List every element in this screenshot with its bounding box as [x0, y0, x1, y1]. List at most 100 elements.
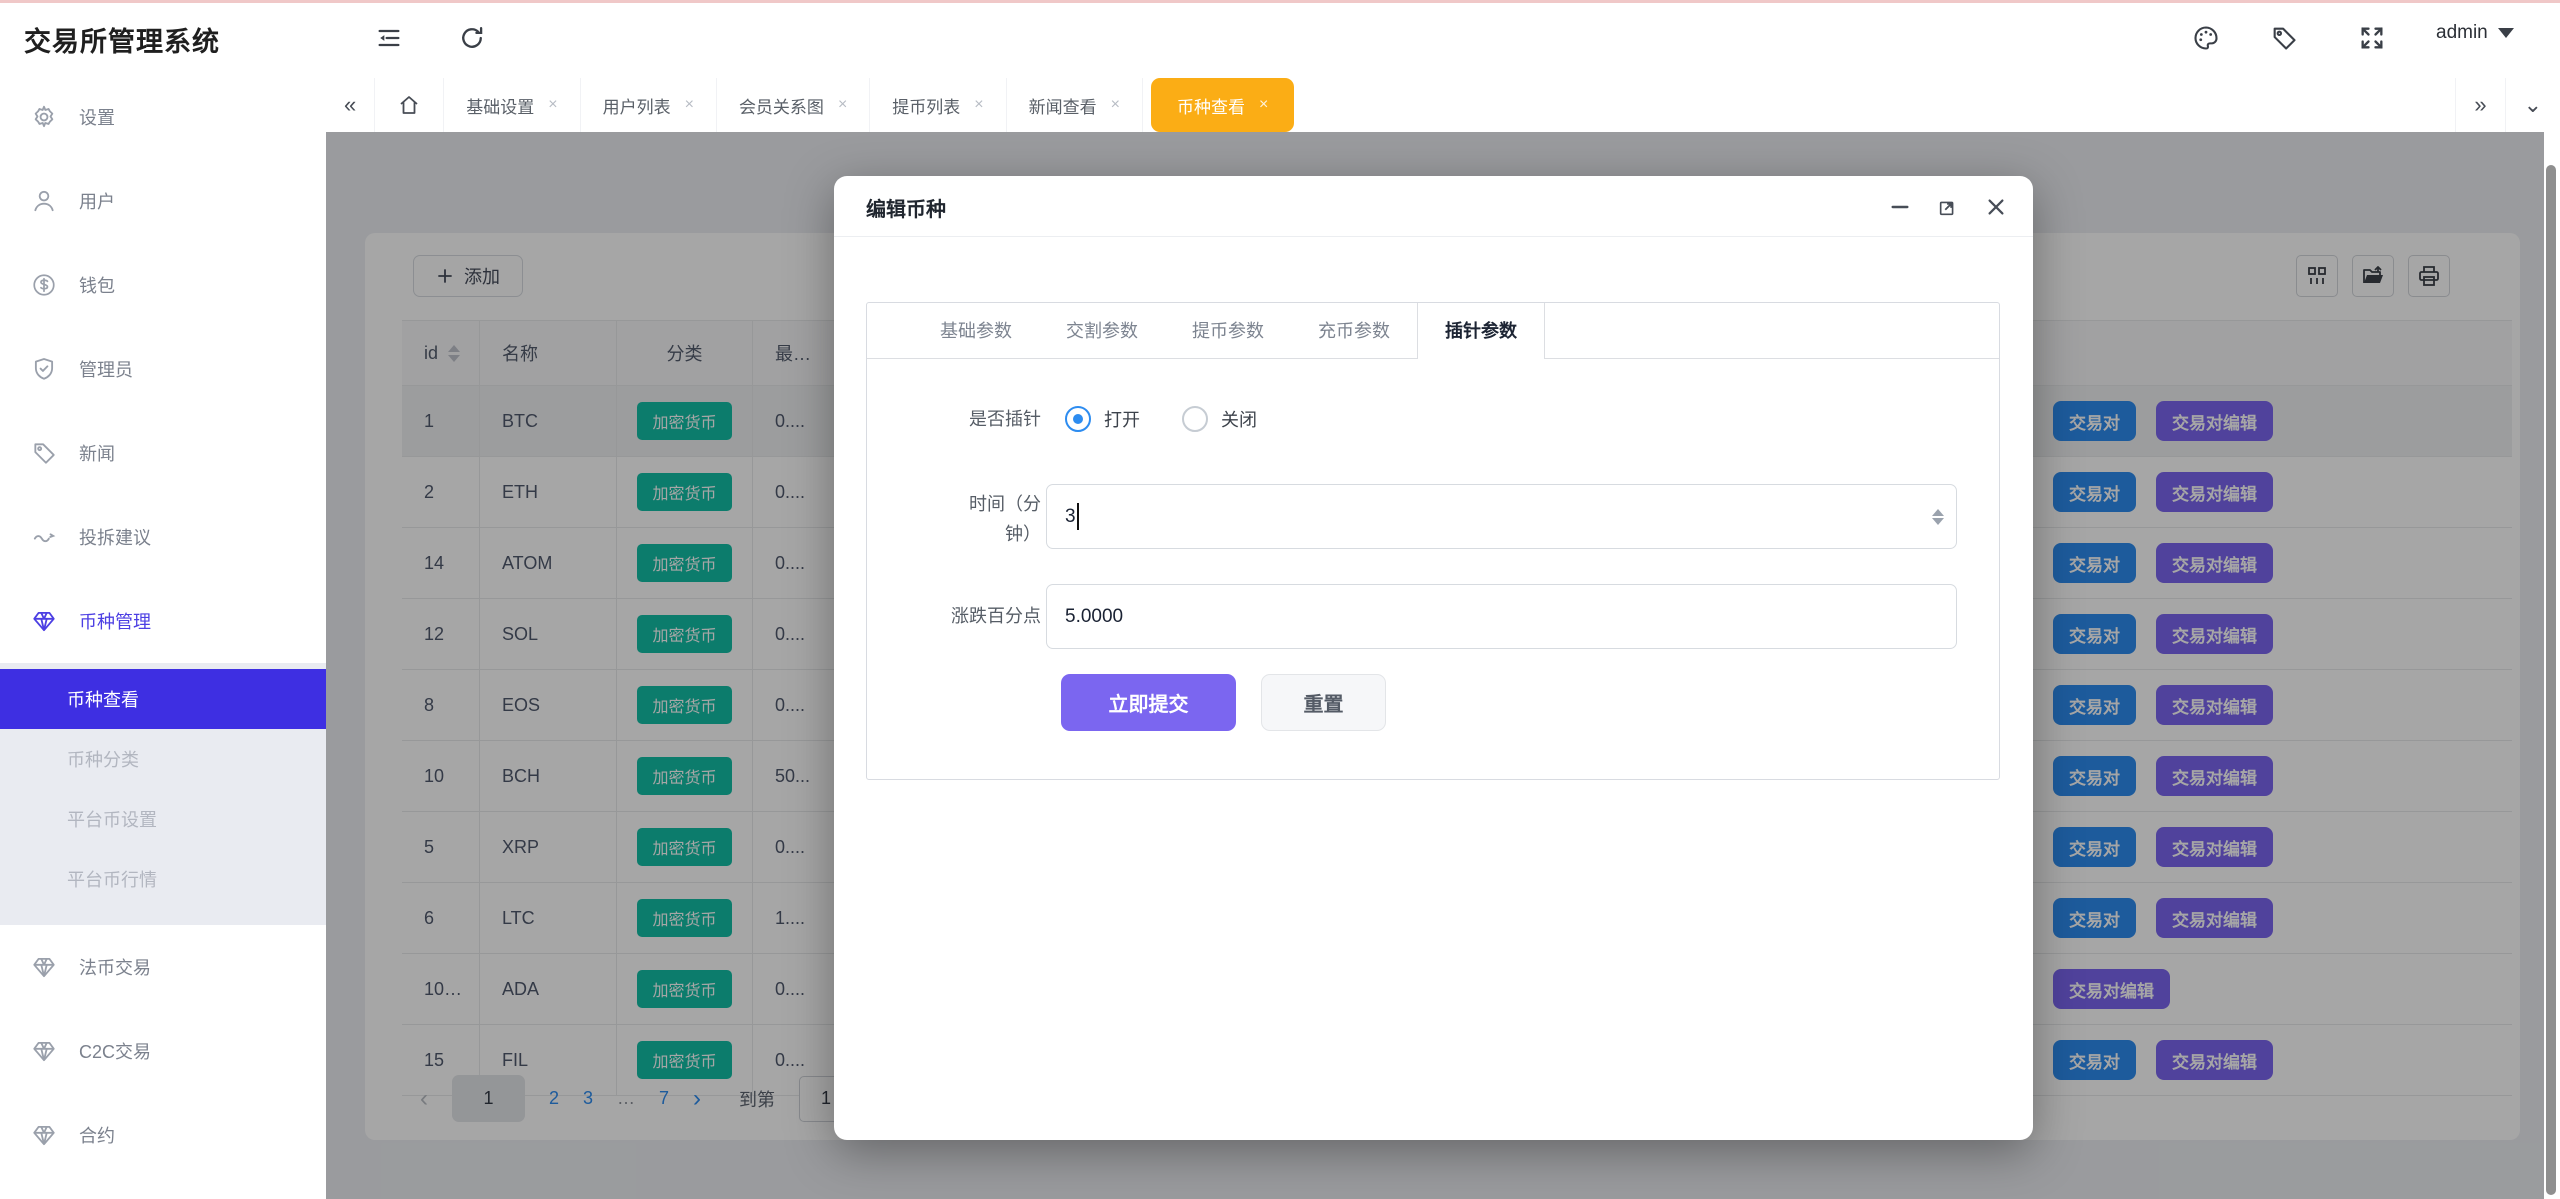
time-value: 3 — [1065, 506, 1076, 528]
text-cursor — [1077, 503, 1079, 530]
modal-tab-插针参数[interactable]: 插针参数 — [1417, 303, 1545, 358]
dollar-icon — [31, 272, 57, 298]
modal-tab-提币参数[interactable]: 提币参数 — [1165, 303, 1291, 358]
tab-close-icon[interactable]: × — [548, 96, 557, 114]
close-icon[interactable] — [1985, 196, 2007, 218]
radio-label: 关闭 — [1221, 406, 1257, 432]
modal-tab-充币参数[interactable]: 充币参数 — [1291, 303, 1417, 358]
tab-close-icon[interactable]: × — [838, 96, 847, 114]
sidebar-item-投拆建议[interactable]: 投拆建议 — [0, 495, 326, 579]
pin-label: 是否插针 — [867, 404, 1041, 434]
header: 交易所管理系统 admin — [0, 0, 2560, 75]
sidebar-item-label: 钱包 — [79, 272, 115, 298]
app-title: 交易所管理系统 — [24, 20, 220, 59]
maximize-icon[interactable] — [1937, 196, 1959, 218]
sidebar-item-label: 投拆建议 — [79, 524, 151, 550]
tab-close-icon[interactable]: × — [685, 96, 694, 114]
submenu-item-平台币行情[interactable]: 平台币行情 — [0, 849, 326, 909]
radio-关闭[interactable]: 关闭 — [1182, 406, 1257, 432]
gem-icon — [31, 1038, 57, 1064]
sidebar-item-label: 新闻 — [79, 440, 115, 466]
reset-button[interactable]: 重置 — [1261, 674, 1386, 731]
page-tab-币种查看[interactable]: 币种查看× — [1151, 78, 1294, 132]
page-tab-label: 新闻查看 — [1029, 93, 1097, 118]
percent-input[interactable]: 5.0000 — [1046, 584, 1957, 649]
radio-checked-icon[interactable] — [1065, 406, 1091, 432]
palette-icon[interactable] — [2192, 24, 2220, 52]
radio-label: 打开 — [1104, 406, 1140, 432]
page-tab-label: 基础设置 — [466, 93, 534, 118]
user-menu[interactable]: admin — [2436, 22, 2514, 44]
page-tab-提币列表[interactable]: 提币列表 × — [870, 78, 1006, 132]
submenu-item-币种分类[interactable]: 币种分类 — [0, 729, 326, 789]
time-input[interactable]: 3 — [1046, 484, 1957, 549]
admin-label: admin — [2436, 22, 2488, 44]
modal-title: 编辑币种 — [866, 193, 946, 222]
radio-打开[interactable]: 打开 — [1065, 406, 1140, 432]
fullscreen-icon[interactable] — [2358, 24, 2386, 52]
page-tab-用户列表[interactable]: 用户列表 × — [581, 78, 717, 132]
number-spinner[interactable] — [1932, 509, 1944, 525]
sidebar-item-管理员[interactable]: 管理员 — [0, 327, 326, 411]
tab-close-icon[interactable]: × — [974, 96, 983, 114]
tab-close-icon[interactable]: × — [1111, 96, 1120, 114]
gear-icon — [31, 104, 57, 130]
sidebar-item-用户[interactable]: 用户 — [0, 159, 326, 243]
tabs-scroll-left[interactable]: « — [326, 78, 375, 132]
refresh-icon[interactable] — [458, 24, 486, 52]
caret-down-icon — [2498, 28, 2514, 38]
page-tab-label: 会员关系图 — [739, 93, 824, 118]
sidebar: 设置用户钱包管理员新闻投拆建议币种管理币种查看币种分类平台币设置平台币行情法币交… — [0, 75, 326, 1199]
gem-icon — [31, 1122, 57, 1148]
sidebar-item-C2C交易[interactable]: C2C交易 — [0, 1009, 326, 1093]
page-tab-label: 提币列表 — [892, 93, 960, 118]
modal-tab-基础参数[interactable]: 基础参数 — [913, 303, 1039, 358]
time-label-line2: 钟） — [867, 519, 1041, 549]
tag-icon — [31, 440, 57, 466]
sidebar-item-label: 法币交易 — [79, 954, 151, 980]
vertical-scrollbar[interactable] — [2544, 132, 2560, 1199]
time-label: 时间（分 钟） — [867, 489, 1041, 549]
collapse-menu-icon[interactable] — [375, 24, 403, 52]
page-tab-会员关系图[interactable]: 会员关系图 × — [717, 78, 870, 132]
modal-tab-交割参数[interactable]: 交割参数 — [1039, 303, 1165, 358]
submenu-item-币种查看[interactable]: 币种查看 — [0, 669, 326, 729]
sidebar-item-合约[interactable]: 合约 — [0, 1093, 326, 1177]
gem-icon — [31, 954, 57, 980]
page-tabs-bar: « 基础设置×用户列表×会员关系图×提币列表×新闻查看×币种查看× » ⌄ — [326, 78, 2560, 132]
shield-icon — [31, 356, 57, 382]
percent-label: 涨跌百分点 — [867, 601, 1041, 631]
tag-icon[interactable] — [2270, 24, 2298, 52]
page-tab-基础设置[interactable]: 基础设置 × — [444, 78, 580, 132]
modal-header: 编辑币种 — [834, 176, 2033, 237]
tab-close-icon[interactable]: × — [1259, 96, 1268, 114]
time-label-line1: 时间（分 — [867, 489, 1041, 519]
submit-button[interactable]: 立即提交 — [1061, 674, 1236, 731]
percent-value: 5.0000 — [1065, 606, 1123, 628]
tabs-spacer — [1302, 78, 2455, 132]
minimize-icon[interactable] — [1889, 196, 1911, 218]
tabs-dropdown[interactable]: ⌄ — [2505, 78, 2560, 132]
tabs-scroll-right[interactable]: » — [2455, 78, 2504, 132]
sidebar-item-label: 币种管理 — [79, 608, 151, 634]
sidebar-item-钱包[interactable]: 钱包 — [0, 243, 326, 327]
page-tab-label: 用户列表 — [603, 93, 671, 118]
sidebar-item-法币交易[interactable]: 法币交易 — [0, 925, 326, 1009]
submenu-item-平台币设置[interactable]: 平台币设置 — [0, 789, 326, 849]
gem-icon — [31, 608, 57, 634]
pin-radio-group: 打开 关闭 — [1065, 399, 1257, 439]
sidebar-item-新闻[interactable]: 新闻 — [0, 411, 326, 495]
sidebar-item-设置[interactable]: 设置 — [0, 75, 326, 159]
home-tab[interactable] — [375, 78, 444, 132]
user-icon — [31, 188, 57, 214]
page-tab-新闻查看[interactable]: 新闻查看 × — [1007, 78, 1143, 132]
sidebar-item-label: 用户 — [79, 188, 115, 214]
scrollbar-thumb[interactable] — [2546, 165, 2556, 1195]
link-icon — [31, 524, 57, 550]
edit-coin-modal: 编辑币种 基础参数交割参数提币参数充币参数插针参数 是否插针 打开 关闭 时间（分… — [834, 176, 2033, 1140]
sidebar-item-label: 合约 — [79, 1122, 115, 1148]
modal-tabs-panel: 基础参数交割参数提币参数充币参数插针参数 是否插针 打开 关闭 时间（分 钟） 3… — [866, 302, 2000, 780]
progress-line — [0, 0, 2560, 3]
radio-unchecked-icon[interactable] — [1182, 406, 1208, 432]
sidebar-item-币种管理[interactable]: 币种管理 — [0, 579, 326, 663]
